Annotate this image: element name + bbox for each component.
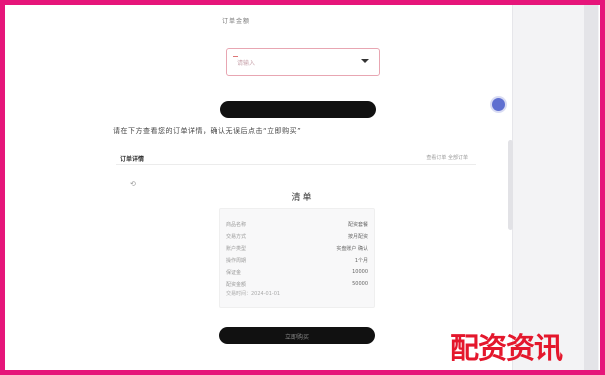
card-row: 配资金额 50000	[226, 281, 368, 288]
watermark-logo: 配资资讯	[450, 331, 563, 365]
card-footer: 交易时间：2024-01-01	[226, 291, 281, 297]
row-value: 1个月	[354, 258, 368, 264]
divider	[116, 164, 476, 165]
notice-text: 请在下方查看您的订单详情，确认无误后点击“立即购买”	[113, 127, 302, 135]
row-value: 10000	[352, 269, 368, 275]
refresh-icon[interactable]: ⟲	[130, 180, 136, 188]
row-key: 保证金	[226, 270, 242, 276]
floating-action-button[interactable]	[492, 98, 505, 111]
buy-button[interactable]: 立即购买	[219, 327, 375, 344]
card-row: 保证金 10000	[226, 269, 368, 276]
row-value: 实盘账户 确认	[336, 246, 368, 252]
row-key: 操作周期	[226, 258, 247, 264]
toolbar-links[interactable]: 查看订单 全部订单	[426, 154, 468, 161]
row-key: 商品名称	[226, 222, 247, 228]
row-value: 50000	[352, 281, 368, 287]
card-row: 账户类型 实盘账户 确认	[226, 245, 368, 252]
row-key: 交易方式	[226, 234, 247, 240]
row-key: 账户类型	[226, 246, 247, 252]
submit-button[interactable]	[220, 101, 376, 118]
edit-icon	[233, 56, 238, 57]
amount-label: 订单金额	[222, 18, 251, 25]
order-summary-card: 商品名称 配资套餐 交易方式 按月配资 账户类型 实盘账户 确认 操作周期 1个…	[219, 208, 375, 308]
amount-select-field[interactable]: 请输入	[226, 48, 380, 76]
row-value: 按月配资	[347, 234, 368, 240]
chevron-down-icon[interactable]	[361, 59, 369, 63]
buy-button-label: 立即购买	[284, 334, 309, 341]
toolbar-title: 订单详情	[120, 156, 145, 163]
card-row: 商品名称 配资套餐	[226, 221, 368, 228]
card-title: 清单	[291, 193, 314, 203]
scrollbar[interactable]	[508, 140, 513, 230]
row-value: 配资套餐	[347, 222, 368, 228]
card-row: 交易方式 按月配资	[226, 233, 368, 240]
row-key: 配资金额	[226, 282, 247, 288]
card-row: 操作周期 1个月	[226, 257, 368, 264]
order-toolbar: 订单详情 查看订单 全部订单	[116, 152, 476, 165]
field-placeholder: 请输入	[237, 60, 256, 67]
right-strip	[584, 5, 598, 370]
